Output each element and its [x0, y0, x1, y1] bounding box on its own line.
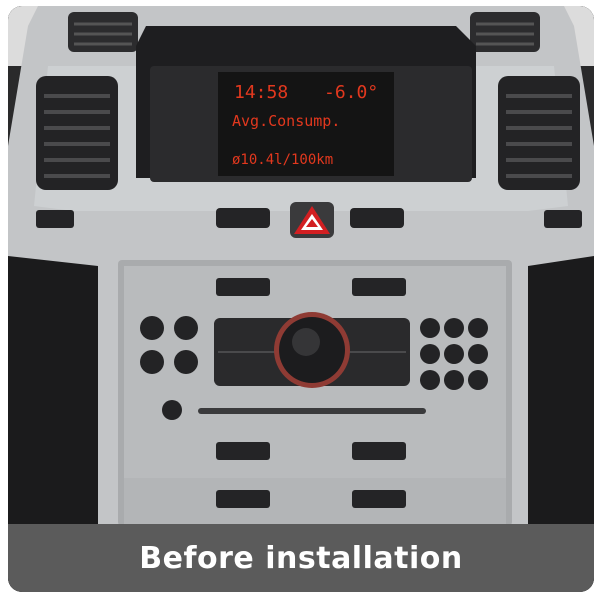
hazard-icon: [290, 202, 334, 238]
display-time: 14:58: [234, 82, 288, 103]
side-vent-right: [498, 76, 580, 190]
right-switch: [544, 210, 582, 228]
left-center-button: [216, 208, 270, 228]
caption-bar: Before installation: [8, 524, 594, 592]
display-consumption-value: ø10.4l/100km: [232, 152, 333, 168]
display-temperature: -6.0°: [324, 82, 378, 103]
top-vent-right: [470, 12, 540, 52]
caption-text: Before installation: [139, 540, 463, 576]
side-vent-left: [36, 76, 118, 190]
right-center-button: [350, 208, 404, 228]
photo-frame: 14:58 -6.0° Avg.Consump. ø10.4l/100km Be…: [8, 6, 594, 592]
top-vent-left: [68, 12, 138, 52]
car-dashboard-photo: 14:58 -6.0° Avg.Consump. ø10.4l/100km: [8, 6, 594, 592]
cd-slot: [198, 408, 426, 414]
display-avg-consump: Avg.Consump.: [232, 112, 340, 130]
preset-keypad: [420, 318, 488, 390]
left-switch: [36, 210, 74, 228]
